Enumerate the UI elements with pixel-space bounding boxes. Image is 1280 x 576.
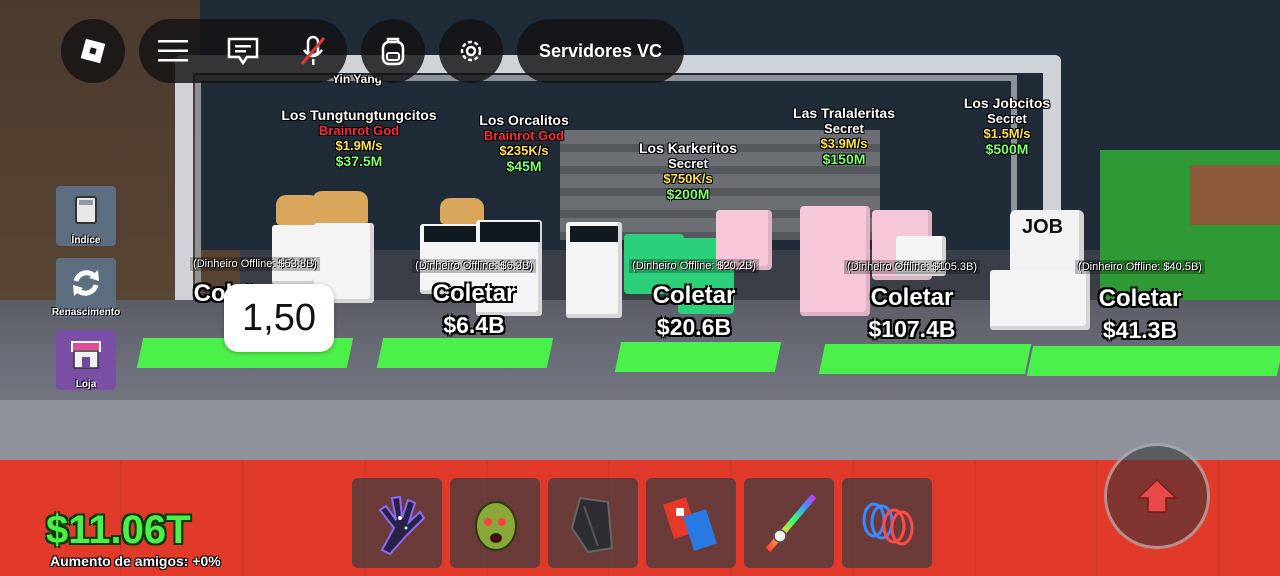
shop-icon — [71, 340, 101, 369]
offline-money-label: (Dinheiro Offline: $105.3B) — [843, 260, 981, 274]
coil-spring-icon — [862, 502, 914, 546]
hotbar-slot-4[interactable] — [646, 478, 736, 568]
pet-rarity: Brainrot God — [483, 128, 565, 143]
pet-rarity: Secret — [668, 156, 708, 171]
pet-name: Las Tralaleritas — [793, 105, 895, 121]
side-button-label: Renascimento — [51, 307, 121, 318]
backpack-icon — [381, 37, 405, 66]
hamburger-menu-button[interactable] — [158, 39, 188, 63]
offline-money-label: (Dinheiro Offline: $20.2B) — [629, 259, 759, 273]
value-tooltip: 1,50 — [224, 284, 334, 352]
settings-button[interactable] — [439, 19, 503, 83]
collect-value: $6.4B — [443, 312, 505, 338]
pet-rate: $235K/s — [499, 143, 549, 158]
roblox-logo-icon — [80, 38, 106, 64]
collect-value: $20.6B — [656, 314, 732, 340]
refresh-icon — [73, 269, 99, 296]
collect-pad[interactable] — [818, 344, 1032, 374]
collect-pad[interactable] — [614, 342, 782, 372]
hotbar-slot-2[interactable] — [450, 478, 540, 568]
pet-label: Los Tungtungtungcitos Brainrot God $1.9M… — [281, 107, 436, 169]
chat-button[interactable] — [226, 36, 260, 66]
pet-name: Los Tungtungtungcitos — [281, 107, 437, 123]
pet-rate: $3.9M/s — [820, 136, 868, 151]
zombie-head-icon — [475, 501, 517, 551]
pet-price: $200M — [666, 186, 710, 202]
game-viewport[interactable]: JOB Yin Yang Los Tungtungtungcitos Brain… — [0, 0, 1280, 576]
distant-building — [1190, 165, 1280, 225]
pet-label: Las Tralaleritas Secret $3.9M/s $150M — [793, 105, 895, 167]
side-button-rebirth[interactable]: Renascimento — [52, 258, 120, 318]
pet-name: Los Karkeritos — [638, 140, 738, 156]
top-menu-group — [139, 19, 347, 83]
collect-label: Coletar — [870, 284, 954, 311]
dark-cape-icon — [570, 496, 614, 554]
vc-servers-label: Servidores VC — [539, 40, 663, 61]
collect-label: Coletar — [432, 280, 516, 307]
side-button-shop[interactable]: Loja — [56, 330, 116, 390]
offline-money-label: (Dinheiro Offline: $6.3B) — [412, 259, 536, 273]
side-button-label: Loja — [75, 379, 97, 390]
hotbar-slot-1[interactable] — [352, 478, 442, 568]
side-button-label: Índice — [71, 235, 101, 246]
side-button-index[interactable]: Índice — [56, 186, 116, 246]
pet-rate: $1.5M/s — [983, 126, 1031, 141]
collect-value: $107.4B — [868, 316, 956, 342]
pet-rate: $750K/s — [663, 171, 713, 186]
arrow-up-icon — [1136, 478, 1178, 513]
book-icon — [75, 195, 97, 224]
backpack-button[interactable] — [361, 19, 425, 83]
pet-price: $45M — [506, 158, 542, 174]
gear-icon — [460, 40, 482, 62]
pet-price: $500M — [985, 141, 1029, 157]
chat-icon — [227, 37, 259, 66]
pet-rarity: Secret — [824, 121, 864, 136]
collect-button[interactable]: Coletar $20.6B — [653, 282, 736, 341]
pet-rarity: Brainrot God — [318, 123, 400, 138]
blaster-icon — [663, 497, 717, 551]
pet-rarity: Secret — [987, 111, 1027, 126]
offline-money-label: (Dinheiro Offline: $53.8B) — [190, 257, 320, 271]
collect-pad[interactable] — [376, 338, 554, 368]
pet-price: $150M — [822, 151, 866, 167]
collect-value: $41.3B — [1102, 317, 1178, 343]
hotbar-slot-6[interactable] — [842, 478, 932, 568]
pet-rate: $1.9M/s — [335, 138, 383, 153]
hotbar-slot-3[interactable] — [548, 478, 638, 568]
money-display: $11.06T — [46, 508, 191, 552]
collect-button[interactable]: Coletar $6.4B — [433, 280, 516, 339]
vc-servers-button[interactable]: Servidores VC — [517, 19, 685, 83]
mic-button[interactable] — [298, 34, 328, 68]
collect-button[interactable]: Coletar $107.4B — [869, 284, 956, 343]
pet-label: Los Karkeritos Secret $750K/s $200M — [639, 140, 737, 202]
pet-label: Los Jobcitos Secret $1.5M/s $500M — [964, 95, 1050, 157]
hamburger-icon — [158, 40, 188, 62]
collect-label: Coletar — [652, 282, 736, 309]
collect-button[interactable]: Coletar $41.3B — [1099, 285, 1182, 344]
galaxy-glove-icon — [378, 495, 426, 556]
friends-boost-label: Aumento de amigos: +0% — [50, 553, 221, 569]
collect-label: Coletar — [1098, 285, 1182, 312]
jump-button[interactable] — [1104, 443, 1210, 549]
collect-pad[interactable] — [1026, 346, 1280, 376]
offline-money-label: (Dinheiro Offline: $40.5B) — [1075, 260, 1205, 274]
pet-label: Los Orcalitos Brainrot God $235K/s $45M — [479, 112, 568, 174]
pet-name: Los Orcalitos — [479, 112, 569, 128]
rainbow-sword-icon — [765, 494, 817, 552]
pet-price: $37.5M — [335, 153, 383, 169]
pet-name: Los Jobcitos — [963, 95, 1051, 111]
hotbar-slot-5[interactable] — [744, 478, 834, 568]
muted-mic-icon — [300, 35, 326, 65]
roblox-menu-button[interactable] — [61, 19, 125, 83]
